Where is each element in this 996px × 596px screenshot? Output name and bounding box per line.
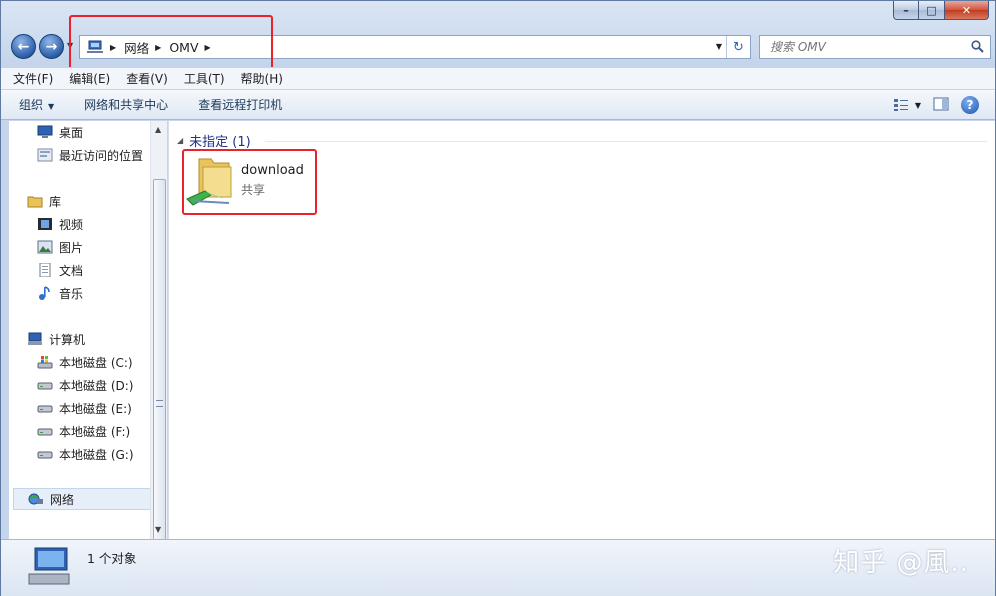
- navigation-pane: 桌面 最近访问的位置 库 视频 图片 文档 音乐 计算机 本地磁盘 (C:) 本…: [9, 121, 167, 539]
- refresh-icon: ↻: [733, 39, 744, 55]
- nav-item-desktop[interactable]: 桌面: [37, 121, 83, 143]
- group-divider: [265, 141, 987, 142]
- scrollbar-thumb[interactable]: [153, 179, 166, 541]
- hard-drive-icon: [37, 424, 53, 438]
- scroll-up-icon[interactable]: ▲: [155, 125, 161, 134]
- nav-item-label: 文档: [59, 263, 84, 278]
- close-button[interactable]: ✕: [945, 1, 989, 20]
- group-header-unspecified[interactable]: ◢ 未指定 (1): [177, 131, 251, 150]
- menu-view[interactable]: 查看(V): [126, 70, 168, 87]
- nav-item-label: 本地磁盘 (F:): [59, 424, 131, 439]
- hard-drive-icon: [37, 447, 53, 461]
- nav-item-label: 网络: [50, 492, 75, 507]
- menu-edit[interactable]: 编辑(E): [69, 70, 110, 87]
- network-globe-icon: [28, 492, 44, 506]
- recent-places-icon: [37, 148, 53, 162]
- nav-item-drive-e[interactable]: 本地磁盘 (E:): [37, 397, 132, 419]
- system-drive-icon: [37, 355, 53, 369]
- watermark-text: 知乎 @風..: [833, 548, 969, 578]
- maximize-button[interactable]: □: [919, 1, 945, 20]
- navigation-pane-scrollbar[interactable]: ▲ ▼: [150, 121, 167, 541]
- nav-item-pictures[interactable]: 图片: [37, 236, 83, 258]
- organize-button[interactable]: 组织 ▼: [19, 96, 54, 113]
- nav-item-drive-d[interactable]: 本地磁盘 (D:): [37, 374, 133, 396]
- desktop-icon: [37, 125, 53, 139]
- preview-pane-icon: [933, 97, 949, 110]
- view-details-icon: [893, 99, 908, 111]
- nav-item-label: 桌面: [59, 125, 84, 140]
- nav-item-label: 图片: [59, 240, 84, 255]
- computer-icon: [27, 332, 43, 346]
- menu-tools[interactable]: 工具(T): [184, 70, 225, 87]
- arrow-right-icon: →: [45, 38, 58, 55]
- caption-buttons: – □ ✕: [893, 1, 989, 21]
- back-button[interactable]: ←: [11, 34, 36, 59]
- video-icon: [37, 217, 53, 231]
- nav-item-drive-f[interactable]: 本地磁盘 (F:): [37, 420, 130, 442]
- network-computer-icon: [28, 547, 70, 585]
- status-item-count: 1 个对象: [87, 551, 137, 566]
- nav-item-label: 库: [49, 194, 62, 209]
- search-box[interactable]: [759, 35, 991, 59]
- nav-item-label: 最近访问的位置: [59, 148, 144, 163]
- nav-item-libraries[interactable]: 库: [27, 190, 61, 212]
- nav-item-videos[interactable]: 视频: [37, 213, 83, 235]
- arrow-left-icon: ←: [17, 38, 30, 55]
- nav-item-drive-c[interactable]: 本地磁盘 (C:): [37, 351, 133, 373]
- collapse-triangle-icon[interactable]: ◢: [177, 136, 183, 145]
- nav-item-label: 本地磁盘 (G:): [59, 447, 134, 462]
- view-remote-printers-button[interactable]: 查看远程打印机: [198, 96, 282, 113]
- scrollbar-grip-icon: [156, 400, 163, 407]
- refresh-button[interactable]: ↻: [726, 36, 750, 58]
- menu-help[interactable]: 帮助(H): [241, 70, 283, 87]
- search-icon[interactable]: [971, 40, 984, 53]
- view-controls: ▼ ?: [893, 96, 979, 114]
- nav-item-label: 本地磁盘 (C:): [59, 355, 133, 370]
- search-input[interactable]: [768, 39, 968, 55]
- scroll-down-icon[interactable]: ▼: [155, 525, 161, 534]
- nav-item-label: 视频: [59, 217, 84, 232]
- hard-drive-icon: [37, 378, 53, 392]
- menu-file[interactable]: 文件(F): [13, 70, 53, 87]
- nav-item-network[interactable]: 网络: [13, 488, 153, 510]
- nav-item-label: 音乐: [59, 286, 84, 301]
- forward-button[interactable]: →: [39, 34, 64, 59]
- highlight-box-folder: [182, 149, 317, 215]
- change-view-button[interactable]: ▼: [893, 98, 921, 112]
- command-bar: 组织 ▼ 网络和共享中心 查看远程打印机 ▼ ?: [1, 89, 995, 120]
- network-sharing-center-button[interactable]: 网络和共享中心: [84, 96, 168, 113]
- group-label: 未指定 (1): [189, 135, 251, 150]
- nav-item-documents[interactable]: 文档: [37, 259, 83, 281]
- hard-drive-icon: [37, 401, 53, 415]
- status-bar: 1 个对象 知乎 @風..: [1, 539, 995, 596]
- address-history-dropdown[interactable]: ▼: [716, 42, 722, 51]
- preview-pane-button[interactable]: [933, 97, 949, 114]
- nav-item-computer[interactable]: 计算机: [27, 328, 85, 350]
- nav-item-label: 计算机: [49, 332, 86, 347]
- nav-item-recent-places[interactable]: 最近访问的位置: [37, 144, 143, 166]
- nav-item-drive-g[interactable]: 本地磁盘 (G:): [37, 443, 134, 465]
- music-icon: [37, 286, 53, 300]
- explorer-window: – □ ✕ ← → ▼ ▶ 网络 ▶ OMV ▶ ▼ ↻ 搜索 OMV 文件(F…: [0, 0, 996, 596]
- library-icon: [27, 194, 43, 208]
- chevron-down-icon: ▼: [914, 100, 921, 110]
- document-icon: [37, 262, 53, 278]
- picture-icon: [37, 240, 53, 254]
- chevron-down-icon: ▼: [48, 102, 55, 111]
- nav-item-label: 本地磁盘 (E:): [59, 401, 132, 416]
- organize-label: 组织: [19, 98, 44, 112]
- nav-item-music[interactable]: 音乐: [37, 282, 83, 304]
- nav-item-label: 本地磁盘 (D:): [59, 378, 134, 393]
- menu-bar: 文件(F) 编辑(E) 查看(V) 工具(T) 帮助(H): [1, 67, 995, 89]
- help-icon[interactable]: ?: [961, 96, 979, 114]
- minimize-button[interactable]: –: [893, 1, 919, 20]
